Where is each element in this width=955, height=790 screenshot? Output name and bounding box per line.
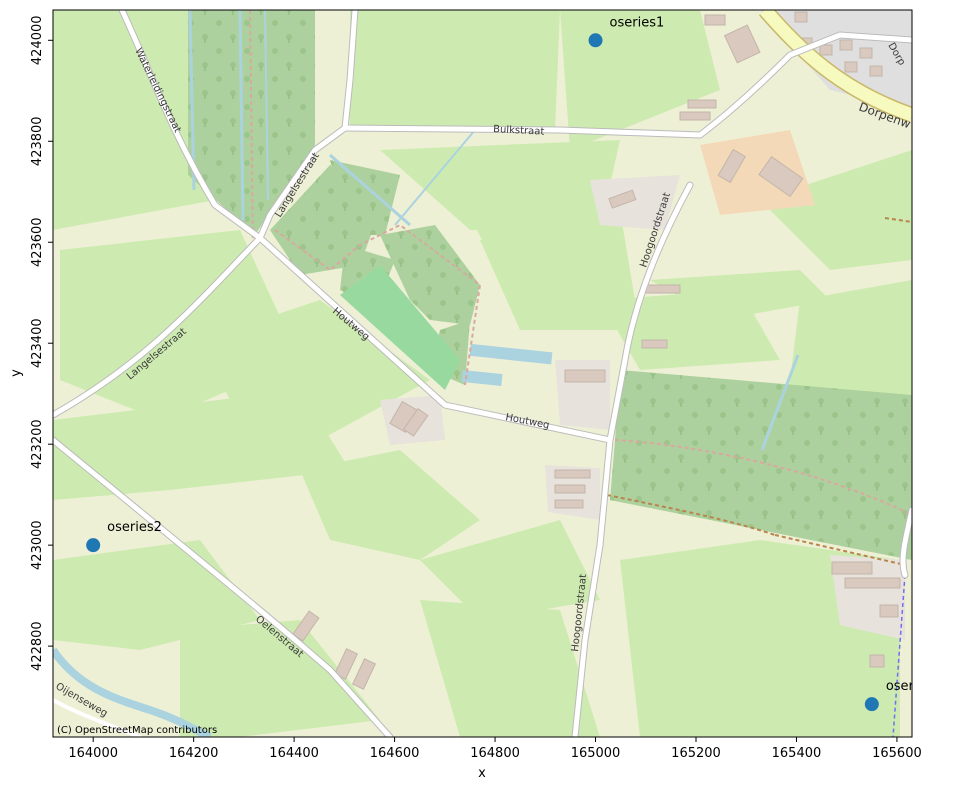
y-tick-label: 423400 [30, 318, 45, 368]
y-tick-label: 423000 [30, 520, 45, 570]
y-tick-label: 422800 [30, 621, 45, 671]
observation-label-oseries3: oseries3 [886, 679, 941, 694]
plot-area[interactable]: Waterleidingstraat Bulkstraat Dorpenw Do… [53, 10, 941, 737]
x-tick-label: 165400 [772, 746, 822, 761]
y-tick-label: 424000 [30, 15, 45, 65]
y-tick-label: 423800 [30, 116, 45, 166]
observation-point-oseries2[interactable] [86, 538, 101, 553]
x-tick-label: 164800 [470, 746, 520, 761]
x-tick-label: 164200 [169, 746, 219, 761]
observation-label-oseries1: oseries1 [610, 15, 665, 30]
y-tick-label: 423600 [30, 217, 45, 267]
y-axis-title: y [9, 369, 24, 377]
observation-point-oseries1[interactable] [588, 33, 603, 48]
x-tick-label: 165200 [671, 746, 721, 761]
observation-label-oseries2: oseries2 [107, 520, 162, 535]
x-tick-label: 164600 [370, 746, 420, 761]
x-tick-label: 165600 [872, 746, 922, 761]
x-axis-title: x [478, 766, 486, 781]
map-figure: Waterleidingstraat Bulkstraat Dorpenw Do… [9, 9, 941, 781]
y-axis-ticks: 422800 423000 423200 423400 423600 423800 4240… [30, 15, 53, 671]
x-axis-ticks: 164000 164200 164400 164600 164800 165000 1652… [68, 737, 922, 761]
x-tick-label: 164400 [269, 746, 319, 761]
x-tick-label: 165000 [571, 746, 621, 761]
observation-point-oseries3[interactable] [864, 697, 879, 712]
y-tick-label: 423200 [30, 419, 45, 469]
x-tick-label: 164000 [68, 746, 118, 761]
map-attribution: (C) OpenStreetMap contributors [57, 725, 217, 736]
